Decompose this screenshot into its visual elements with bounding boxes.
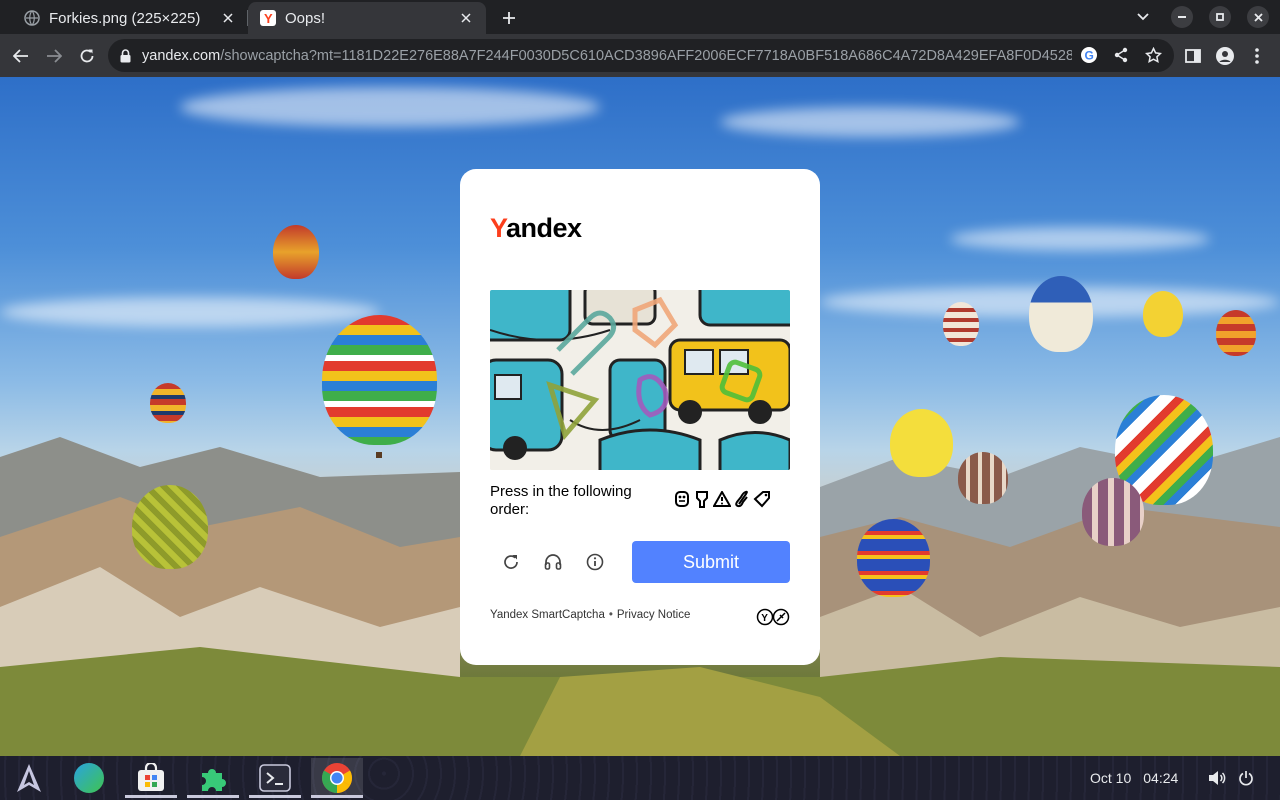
url-text: yandex.com/showcaptcha?mt=1181D22E276E88… bbox=[142, 47, 1072, 64]
warning-icon bbox=[712, 489, 731, 509]
minimize-icon[interactable] bbox=[1171, 6, 1193, 28]
captcha-instruction: Press in the following order: bbox=[490, 483, 632, 518]
smartcaptcha-link[interactable]: Yandex SmartCaptcha bbox=[490, 609, 605, 621]
terminal-icon[interactable] bbox=[249, 758, 301, 798]
audio-headphones-icon[interactable] bbox=[541, 550, 565, 574]
captcha-card: Yandex Press in the following order: Sub… bbox=[460, 169, 820, 665]
paperclip-icon bbox=[732, 489, 751, 509]
profile-avatar-icon[interactable] bbox=[1213, 44, 1237, 68]
tab-forkies[interactable]: Forkies.png (225×225) bbox=[12, 2, 248, 34]
side-panel-icon[interactable] bbox=[1181, 44, 1205, 68]
running-indicator bbox=[311, 795, 363, 798]
close-window-icon[interactable] bbox=[1247, 6, 1269, 28]
globe-icon bbox=[24, 10, 40, 26]
svg-text:G: G bbox=[1085, 49, 1094, 63]
svg-text:Y: Y bbox=[761, 613, 768, 624]
close-tab-icon[interactable] bbox=[218, 8, 238, 28]
submit-button[interactable]: Submit bbox=[632, 541, 790, 583]
system-clock[interactable]: Oct 10 04:24 bbox=[1090, 770, 1178, 786]
tag-icon bbox=[752, 489, 771, 509]
chrome-icon[interactable] bbox=[311, 758, 363, 798]
yandex-badge-icon: Y bbox=[756, 608, 790, 626]
captcha-footer: Yandex SmartCaptcha • Privacy Notice bbox=[490, 609, 690, 621]
menu-kebab-icon[interactable] bbox=[1245, 44, 1269, 68]
tab-oops[interactable]: Y Oops! bbox=[248, 2, 486, 34]
privacy-notice-link[interactable]: Privacy Notice bbox=[617, 609, 691, 621]
tab-title: Forkies.png (225×225) bbox=[49, 9, 201, 27]
yandex-logo: Yandex bbox=[490, 213, 582, 243]
launcher-icon[interactable] bbox=[3, 758, 55, 798]
clock-date: Oct 10 bbox=[1090, 770, 1132, 786]
running-indicator bbox=[125, 795, 177, 798]
tab-title: Oops! bbox=[285, 9, 326, 27]
maximize-icon[interactable] bbox=[1209, 6, 1231, 28]
captcha-order-icons bbox=[672, 489, 771, 509]
back-arrow-icon[interactable] bbox=[9, 44, 33, 68]
address-bar[interactable]: yandex.com/showcaptcha?mt=1181D22E276E88… bbox=[108, 39, 1174, 72]
web-browser-icon[interactable] bbox=[63, 758, 115, 798]
browser-toolbar: yandex.com/showcaptcha?mt=1181D22E276E88… bbox=[0, 34, 1280, 77]
bookmark-star-icon[interactable] bbox=[1142, 44, 1164, 66]
captcha-image[interactable] bbox=[490, 290, 790, 470]
robot-icon bbox=[672, 489, 691, 509]
tab-search-chevron-icon[interactable] bbox=[1132, 6, 1154, 28]
taskbar: Oct 10 04:24 bbox=[0, 756, 1280, 800]
refresh-icon[interactable] bbox=[499, 550, 523, 574]
power-icon[interactable] bbox=[1236, 768, 1256, 788]
yandex-favicon-icon: Y bbox=[260, 10, 276, 26]
close-tab-icon[interactable] bbox=[456, 8, 476, 28]
store-icon[interactable] bbox=[125, 758, 177, 798]
share-icon[interactable] bbox=[1110, 44, 1132, 66]
key-icon bbox=[692, 489, 711, 509]
volume-icon[interactable] bbox=[1207, 768, 1227, 788]
extensions-icon[interactable] bbox=[187, 758, 239, 798]
running-indicator bbox=[187, 795, 239, 798]
footer-separator: • bbox=[608, 609, 613, 621]
svg-text:Y: Y bbox=[264, 11, 273, 26]
forward-arrow-icon[interactable] bbox=[42, 44, 66, 68]
new-tab-icon[interactable] bbox=[498, 7, 520, 29]
running-indicator bbox=[249, 795, 301, 798]
reload-icon[interactable] bbox=[75, 44, 99, 68]
tab-strip: Forkies.png (225×225) Y Oops! bbox=[0, 0, 1280, 34]
google-lens-icon[interactable]: G bbox=[1078, 44, 1100, 66]
lock-icon[interactable] bbox=[120, 48, 134, 64]
clock-time: 04:24 bbox=[1143, 770, 1179, 786]
info-icon[interactable] bbox=[583, 550, 607, 574]
